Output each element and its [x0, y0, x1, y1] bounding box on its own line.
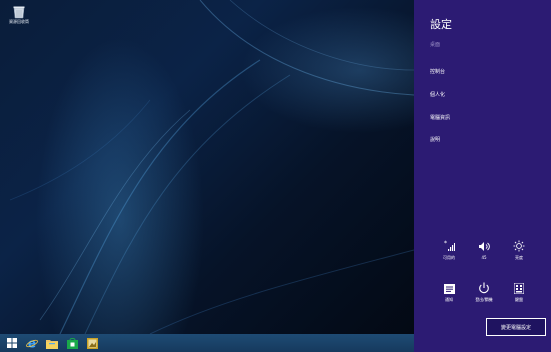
network-icon: * — [434, 239, 464, 252]
store-icon — [66, 337, 78, 349]
power-icon — [469, 281, 499, 294]
windows-logo-icon — [7, 338, 17, 348]
wallpaper-swirl — [9, 0, 414, 334]
settings-charm: 設定 桌面 控制台 個人化 電腦資訊 說明 * 可用的 45 亮度 通知 登出/… — [414, 0, 551, 352]
taskbar-internet-explorer[interactable]: e — [23, 334, 41, 352]
change-pc-settings-button[interactable]: 變更電腦設定 — [486, 318, 546, 336]
tile-brightness-label: 亮度 — [515, 255, 523, 260]
screen: 資源回收筒 e 設定 桌面 控制台 個人化 電腦資訊 說明 * 可用的 45 亮… — [0, 0, 551, 352]
photo-app-icon — [86, 337, 98, 349]
tile-volume-label: 45 — [481, 255, 487, 260]
tile-brightness[interactable]: 亮度 — [504, 239, 534, 261]
link-control-panel[interactable]: 控制台 — [430, 68, 445, 75]
tile-keyboard[interactable]: 鍵盤 — [504, 281, 534, 303]
tile-network[interactable]: * 可用的 — [434, 239, 464, 261]
volume-icon — [469, 239, 499, 252]
start-button[interactable] — [3, 334, 21, 352]
folder-icon — [46, 339, 58, 349]
tile-notifications[interactable]: 通知 — [434, 281, 464, 303]
taskbar-file-explorer[interactable] — [43, 334, 61, 352]
taskbar-store[interactable] — [63, 334, 81, 352]
notifications-icon — [434, 281, 464, 294]
keyboard-icon — [504, 281, 534, 294]
tile-power-label: 登出/關機 — [475, 297, 493, 302]
charm-subtitle: 桌面 — [430, 42, 441, 48]
internet-explorer-icon: e — [26, 337, 38, 349]
recycle-bin[interactable]: 資源回收筒 — [4, 4, 34, 24]
link-pc-info[interactable]: 電腦資訊 — [430, 114, 450, 121]
tile-keyboard-label: 鍵盤 — [515, 297, 523, 302]
brightness-icon — [504, 239, 534, 252]
taskbar: e — [0, 334, 414, 352]
tile-network-label: 可用的 — [443, 255, 455, 260]
tile-volume[interactable]: 45 — [469, 239, 499, 260]
tile-notifications-label: 通知 — [445, 297, 453, 302]
link-help[interactable]: 說明 — [430, 136, 440, 143]
charm-title: 設定 — [430, 18, 452, 31]
tile-power[interactable]: 登出/關機 — [469, 281, 499, 303]
taskbar-media-app[interactable] — [83, 334, 101, 352]
svg-text:e: e — [28, 337, 36, 349]
recycle-bin-icon — [13, 4, 25, 19]
desktop-wallpaper: 資源回收筒 — [0, 0, 414, 334]
link-personalization[interactable]: 個人化 — [430, 91, 445, 98]
svg-text:*: * — [444, 240, 447, 247]
recycle-bin-label: 資源回收筒 — [9, 19, 29, 24]
